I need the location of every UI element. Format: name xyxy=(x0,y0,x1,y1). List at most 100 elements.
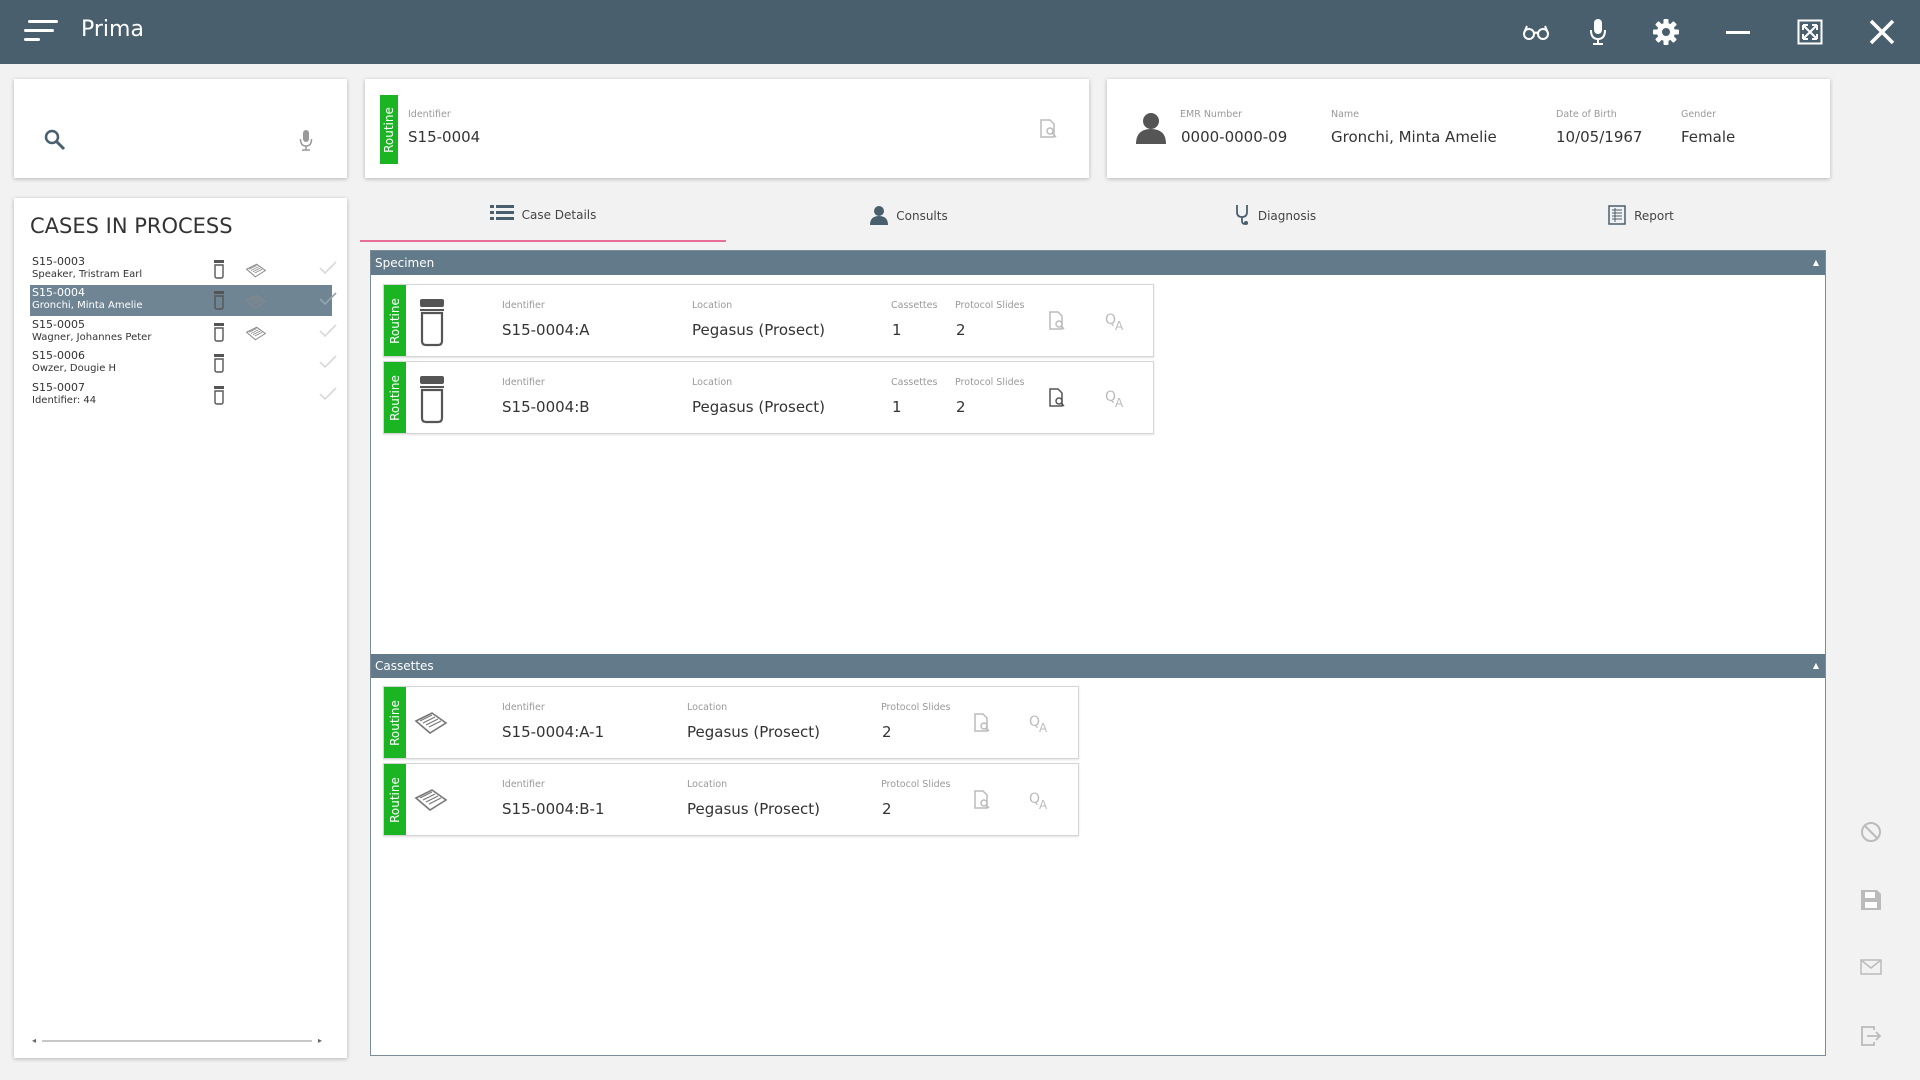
identifier-label: Identifier xyxy=(502,300,545,311)
location-label: Location xyxy=(692,300,733,311)
app-title: Prima xyxy=(81,17,144,42)
location-label: Location xyxy=(687,779,728,790)
save-icon[interactable] xyxy=(1860,889,1882,915)
horizontal-scrollbar[interactable]: ◂ ▸ xyxy=(32,1036,322,1046)
priority-tag: Routine xyxy=(384,362,406,433)
qa-icon[interactable]: QA xyxy=(1029,713,1051,737)
tab-diagnosis[interactable]: Diagnosis xyxy=(1092,190,1458,242)
case-patient-name: Owzer, Dougie H xyxy=(32,363,117,374)
specimen-jar-icon xyxy=(213,353,225,377)
qa-icon[interactable]: QA xyxy=(1105,311,1127,335)
scroll-left-icon[interactable]: ◂ xyxy=(32,1036,36,1045)
identifier-label: Identifier xyxy=(502,377,545,388)
gear-icon[interactable] xyxy=(1650,16,1682,48)
document-search-icon[interactable] xyxy=(1048,388,1066,412)
qa-icon[interactable]: QA xyxy=(1029,790,1051,814)
document-search-icon[interactable] xyxy=(973,790,991,814)
section-title: Cassettes xyxy=(375,659,434,673)
identifier-label: Identifier xyxy=(502,779,545,790)
cassette-icon xyxy=(414,711,448,739)
cassette-location: Pegasus (Prosect) xyxy=(687,800,821,818)
microphone-icon[interactable] xyxy=(299,129,313,155)
title-bar: Prima xyxy=(0,0,1920,64)
priority-tag: Routine xyxy=(384,764,406,835)
collapse-icon[interactable]: ▲ xyxy=(1813,654,1819,678)
cassette-count: 1 xyxy=(892,321,902,339)
case-list-item[interactable]: S15-0006 Owzer, Dougie H xyxy=(30,348,337,379)
document-search-icon[interactable] xyxy=(1038,119,1058,143)
svg-text:A: A xyxy=(1039,721,1048,733)
protocol-slides-label: Protocol Slides xyxy=(955,377,1025,388)
cassette-card[interactable]: Routine Identifier S15-0004:B-1 Location Peg… xyxy=(383,763,1079,836)
collapse-icon[interactable]: ▲ xyxy=(1813,251,1819,275)
specimen-card[interactable]: Routine Identifier S15-0004:A Location Pegas… xyxy=(383,284,1154,357)
cassette-location: Pegasus (Prosect) xyxy=(687,723,821,741)
case-tabs: Case Details Consults Diagnosis Report xyxy=(360,190,1825,242)
check-icon xyxy=(319,291,337,310)
slide-count: 2 xyxy=(956,321,966,339)
specimen-location: Pegasus (Prosect) xyxy=(692,398,826,416)
cassette-card[interactable]: Routine Identifier S15-0004:A-1 Location Peg… xyxy=(383,686,1079,759)
tab-label: Report xyxy=(1634,209,1674,223)
priority-tag: Routine xyxy=(384,687,406,758)
cassette-icon xyxy=(414,788,448,816)
cancel-icon[interactable] xyxy=(1860,821,1882,847)
tab-label: Case Details xyxy=(521,208,597,222)
cassette-count: 1 xyxy=(892,398,902,416)
check-icon xyxy=(319,354,337,373)
qa-icon[interactable]: QA xyxy=(1105,388,1127,412)
patient-info-panel: EMR Number 0000-0000-09 Name Gronchi, Mi… xyxy=(1107,79,1830,178)
microphone-icon[interactable] xyxy=(1582,16,1614,48)
stethoscope-icon xyxy=(1234,204,1250,229)
gender: Female xyxy=(1681,128,1736,146)
case-identifier: S15-0004 xyxy=(408,128,481,146)
search-input[interactable] xyxy=(74,123,294,153)
exit-icon[interactable] xyxy=(1860,1025,1882,1051)
mail-icon[interactable] xyxy=(1860,959,1882,979)
report-icon xyxy=(1608,204,1626,228)
document-search-icon[interactable] xyxy=(1048,311,1066,335)
cassette-icon xyxy=(245,294,267,313)
document-search-icon[interactable] xyxy=(973,713,991,737)
date-of-birth: 10/05/1967 xyxy=(1556,128,1643,146)
cassettes-label: Cassettes xyxy=(891,300,938,311)
person-icon xyxy=(870,205,889,228)
close-icon[interactable] xyxy=(1866,16,1898,48)
case-patient-name: Speaker, Tristram Earl xyxy=(32,269,143,280)
case-list-item[interactable]: S15-0003 Speaker, Tristram Earl xyxy=(30,254,337,285)
fullscreen-icon[interactable] xyxy=(1794,16,1826,48)
reading-glasses-icon[interactable] xyxy=(1520,16,1552,48)
cassettes-label: Cassettes xyxy=(891,377,938,388)
specimen-jar-icon xyxy=(213,385,225,409)
case-list-item[interactable]: S15-0007 Identifier: 44 xyxy=(30,380,337,411)
specimen-location: Pegasus (Prosect) xyxy=(692,321,826,339)
gender-label: Gender xyxy=(1681,109,1717,120)
protocol-slides-label: Protocol Slides xyxy=(881,702,951,713)
specimen-card[interactable]: Routine Identifier S15-0004:B Location Pegas… xyxy=(383,361,1154,434)
cassettes-section-header[interactable]: Cassettes ▲ xyxy=(371,654,1825,678)
case-list-item[interactable]: S15-0004 Gronchi, Minta Amelie xyxy=(30,285,337,316)
minimize-icon[interactable] xyxy=(1722,16,1754,48)
case-patient-name: Wagner, Johannes Peter xyxy=(32,332,152,343)
tab-case-details[interactable]: Case Details xyxy=(360,190,726,242)
specimen-identifier: S15-0004:A xyxy=(502,321,590,339)
tab-consults[interactable]: Consults xyxy=(726,190,1092,242)
protocol-slides-label: Protocol Slides xyxy=(955,300,1025,311)
tab-report[interactable]: Report xyxy=(1458,190,1824,242)
identifier-label: Identifier xyxy=(502,702,545,713)
search-icon[interactable] xyxy=(44,129,66,155)
dob-label: Date of Birth xyxy=(1556,109,1617,120)
specimen-section-header[interactable]: Specimen ▲ xyxy=(371,251,1825,275)
location-label: Location xyxy=(692,377,733,388)
specimen-jar-icon xyxy=(417,297,447,351)
case-list-item[interactable]: S15-0005 Wagner, Johannes Peter xyxy=(30,317,337,348)
scroll-right-icon[interactable]: ▸ xyxy=(318,1036,322,1045)
case-identifier-panel: Routine Identifier S15-0004 xyxy=(365,79,1089,178)
emr-label: EMR Number xyxy=(1180,109,1242,120)
protocol-slides-label: Protocol Slides xyxy=(881,779,951,790)
section-title: Specimen xyxy=(375,256,435,270)
case-id: S15-0003 xyxy=(32,255,85,268)
svg-text:A: A xyxy=(1115,319,1124,331)
menu-icon[interactable] xyxy=(24,18,58,46)
location-label: Location xyxy=(687,702,728,713)
